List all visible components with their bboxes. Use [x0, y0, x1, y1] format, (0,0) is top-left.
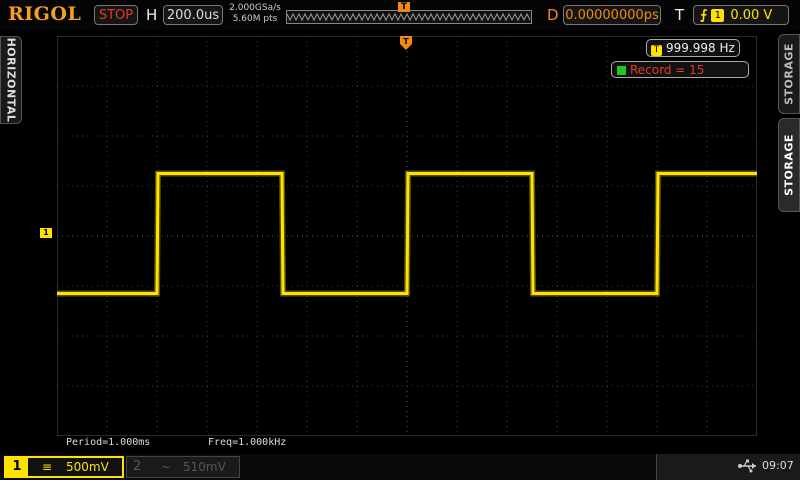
storage-tab-label-active: STORAGE — [782, 134, 796, 196]
sample-rate: 2.000GSa/s — [229, 3, 281, 13]
horizontal-menu-tab[interactable]: HORIZONTAL — [0, 36, 22, 124]
ch2-scale: 510mV — [183, 460, 226, 474]
record-status: Record = 15 — [611, 61, 749, 78]
ch2-settings[interactable]: 2 ~ 510mV — [126, 456, 240, 478]
horizontal-label: H — [146, 6, 158, 24]
trigger-position-label: T — [403, 37, 409, 46]
sample-info: 2.000GSa/s 5.60M pts — [228, 3, 282, 25]
memory-waveform-preview — [287, 12, 531, 22]
ch2-number: 2 — [133, 459, 142, 474]
frequency-counter: T 999.998 Hz — [646, 39, 740, 57]
trigger-level: 0.00 V — [730, 8, 773, 23]
timebase-value[interactable]: 200.0us — [163, 5, 223, 25]
clock: 09:07 — [762, 459, 794, 472]
record-indicator-icon — [617, 66, 626, 75]
waveform-display[interactable] — [57, 36, 757, 436]
trigger-settings[interactable]: ⨍ 1 0.00 V — [693, 5, 789, 25]
ac-coupling-icon: ~ — [161, 460, 172, 474]
ch1-settings[interactable]: 1 ≡ 500mV — [4, 456, 124, 478]
rising-edge-icon: ⨍ — [700, 8, 708, 23]
trigger-position-icon: T — [400, 36, 412, 50]
usb-icon — [738, 459, 756, 473]
record-count: Record = 15 — [630, 63, 705, 77]
trigger-position-marker: T — [398, 2, 410, 12]
storage-tab-label: STORAGE — [782, 43, 796, 105]
delay-value[interactable]: 0.00000000ps — [563, 5, 661, 25]
freq-measurement: Freq=1.000kHz — [208, 437, 287, 448]
frequency-value: 999.998 Hz — [666, 41, 735, 55]
storage-menu-tab-inactive[interactable]: STORAGE — [778, 34, 800, 114]
ch1-offset-marker[interactable]: 1 — [40, 228, 52, 238]
rigol-logo: RIGOL — [8, 3, 82, 25]
trigger-label: T — [675, 6, 685, 24]
freq-source-badge: T — [651, 45, 662, 56]
storage-menu-tab-active[interactable]: STORAGE — [778, 118, 800, 212]
ch1-scale: 500mV — [66, 460, 109, 474]
run-stop-indicator[interactable]: STOP — [94, 5, 138, 25]
horizontal-tab-label: HORIZONTAL — [4, 37, 18, 123]
memory-depth: 5.60M pts — [232, 14, 278, 24]
delay-label: D — [547, 6, 559, 24]
period-measurement: Period=1.000ms — [66, 437, 151, 448]
memory-overview-bar — [286, 10, 532, 24]
dc-coupling-icon: ≡ — [42, 460, 53, 474]
ch1-number: 1 — [6, 458, 28, 476]
trigger-source-badge: 1 — [711, 9, 725, 22]
